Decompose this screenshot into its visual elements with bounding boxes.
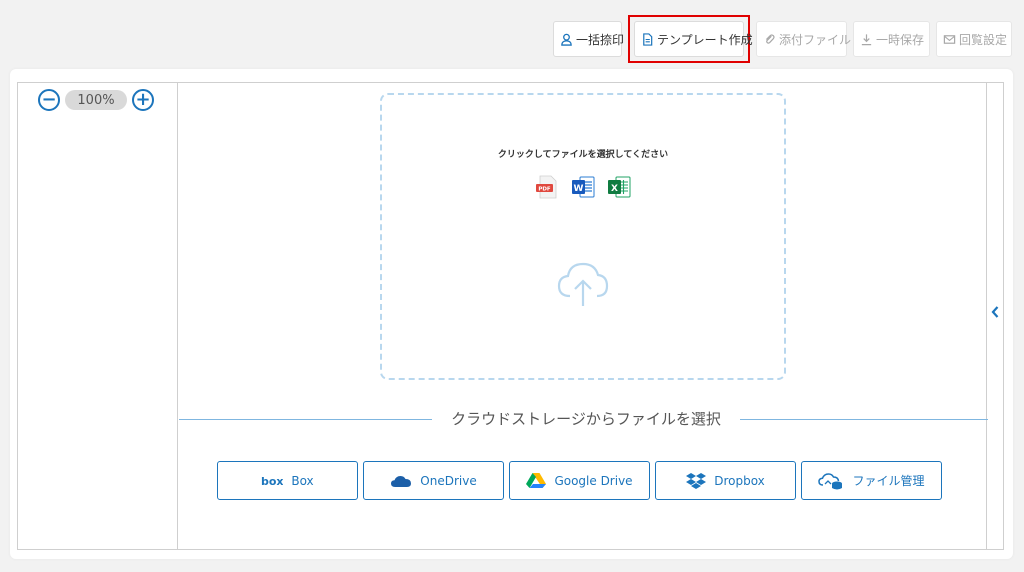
excel-icon: X — [608, 176, 631, 198]
chevron-left-icon — [991, 306, 999, 318]
document-icon — [641, 32, 654, 46]
dropbox-label: Dropbox — [714, 473, 765, 488]
zoom-out-button[interactable]: − — [38, 89, 60, 111]
create-template-label: テンプレート作成 — [657, 32, 753, 47]
attach-file-label: 添付ファイル — [779, 32, 852, 47]
thumbnail-sidebar: − 100% + — [18, 83, 178, 549]
attach-file-button[interactable]: 添付ファイル — [756, 21, 851, 57]
word-icon: W — [572, 176, 595, 198]
file-type-icons: PDF W X — [382, 174, 784, 200]
document-frame: − 100% + クリックしてファイルを選択してください PDF W X クラウ… — [17, 82, 1004, 550]
cloud-storage-heading: クラウドストレージからファイルを選択 — [432, 407, 740, 431]
temp-save-button[interactable]: 一時保存 — [853, 21, 930, 57]
dropzone-instruction: クリックしてファイルを選択してください — [497, 150, 669, 160]
box-button[interactable]: box Box — [217, 461, 358, 500]
google-drive-icon — [526, 472, 547, 489]
svg-text:W: W — [574, 184, 584, 194]
zoom-control: − 100% + — [38, 89, 154, 111]
svg-text:X: X — [611, 184, 618, 194]
file-management-icon — [818, 471, 844, 491]
cloud-upload-icon — [557, 262, 609, 306]
svg-text:PDF: PDF — [538, 186, 551, 192]
circulation-settings-label: 回覧設定 — [959, 32, 1008, 47]
person-stamp-icon — [560, 32, 573, 46]
svg-text:box: box — [261, 475, 283, 487]
create-template-button[interactable]: テンプレート作成 — [634, 21, 753, 57]
circulation-settings-button[interactable]: 回覧設定 — [936, 21, 1012, 57]
dropbox-icon — [686, 472, 707, 490]
cloud-storage-buttons: box Box OneDrive Google Drive Dropbox ファ… — [217, 461, 942, 500]
paperclip-icon — [763, 32, 776, 46]
bulk-stamp-button[interactable]: 一括捺印 — [553, 21, 625, 57]
bulk-stamp-label: 一括捺印 — [576, 32, 625, 47]
mail-icon — [943, 32, 956, 46]
file-management-label: ファイル管理 — [852, 474, 925, 488]
temp-save-label: 一時保存 — [876, 32, 925, 47]
zoom-level: 100% — [65, 90, 127, 110]
google-drive-label: Google Drive — [554, 473, 633, 488]
dropbox-button[interactable]: Dropbox — [655, 461, 796, 500]
minus-icon: − — [41, 89, 57, 110]
file-dropzone[interactable]: クリックしてファイルを選択してください PDF W X — [380, 93, 786, 380]
document-toolbar: 一括捺印 テンプレート作成 添付ファイル 一時保存 回覧設定 — [553, 15, 1012, 63]
right-sidebar — [986, 83, 1003, 549]
onedrive-button[interactable]: OneDrive — [363, 461, 504, 500]
box-logo-icon: box — [261, 475, 283, 487]
pdf-icon: PDF — [536, 175, 557, 199]
plus-icon: + — [135, 89, 151, 110]
zoom-in-button[interactable]: + — [132, 89, 154, 111]
expand-sidebar-button[interactable] — [988, 304, 1002, 320]
onedrive-icon — [390, 474, 412, 488]
file-management-button[interactable]: ファイル管理 — [801, 461, 942, 500]
onedrive-label: OneDrive — [420, 473, 477, 488]
google-drive-button[interactable]: Google Drive — [509, 461, 650, 500]
highlight-box: テンプレート作成 — [628, 15, 753, 63]
download-icon — [860, 32, 873, 46]
box-label: Box — [291, 473, 314, 488]
main-panel: − 100% + クリックしてファイルを選択してください PDF W X クラウ… — [10, 69, 1013, 559]
